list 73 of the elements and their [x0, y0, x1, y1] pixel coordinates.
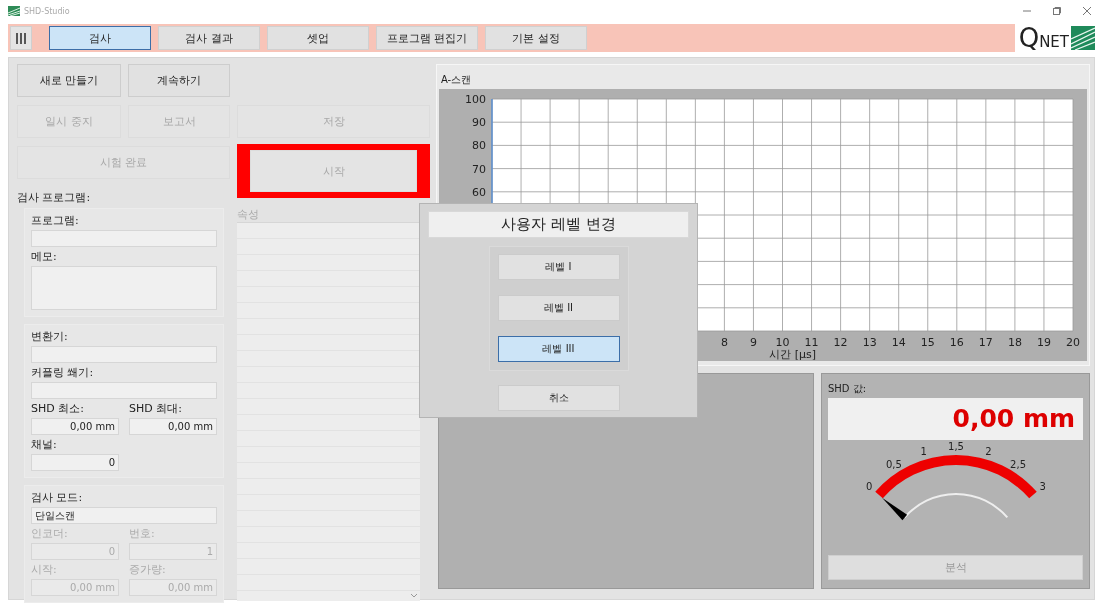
- tab[interactable]: 검사: [49, 26, 151, 50]
- level-button[interactable]: 레벨 II: [497, 295, 620, 321]
- tab[interactable]: 검사 결과: [158, 26, 260, 50]
- tab[interactable]: 프로그램 편집기: [376, 26, 478, 50]
- minimize-icon[interactable]: [1023, 7, 1031, 15]
- axis-tick-label: 11: [804, 336, 819, 349]
- menu-button[interactable]: [10, 26, 32, 50]
- window-title: SHD-Studio: [24, 6, 70, 16]
- axis-tick-label: 60: [472, 185, 486, 199]
- text-field[interactable]: [31, 230, 217, 247]
- shd-value: 0,00 mm: [828, 398, 1083, 440]
- logo-stripes-icon: [1071, 26, 1095, 50]
- maximize-icon[interactable]: [1053, 7, 1061, 15]
- axis-tick-label: 70: [472, 162, 486, 176]
- field-label: 증가량:: [129, 563, 167, 577]
- axis-title: 시간 [µs]: [769, 348, 817, 361]
- memo-field[interactable]: [31, 266, 217, 310]
- gauge-tick-label: 2,5: [1009, 459, 1026, 471]
- close-icon[interactable]: [1083, 7, 1091, 15]
- field-label: 검사 모드:: [31, 491, 84, 505]
- axis-tick-label: 8: [720, 336, 728, 349]
- axis-tick-label: 9: [749, 336, 757, 349]
- gauge-tick-label: 1: [919, 445, 927, 457]
- axis-tick-label: 90: [472, 116, 486, 130]
- app-logo-icon: [8, 6, 20, 16]
- field-label: 번호:: [129, 527, 156, 541]
- action-button[interactable]: 새로 만들기: [17, 64, 121, 97]
- scroll-down-icon[interactable]: [411, 594, 417, 598]
- axis-tick-label: 10: [775, 336, 790, 349]
- gauge-needle: [881, 497, 907, 521]
- field-label: 프로그램:: [31, 214, 80, 228]
- gauge-tick-label: 3: [1039, 480, 1046, 492]
- section-label: 검사 프로그램:: [17, 189, 92, 205]
- axis-tick-label: 18: [1007, 336, 1022, 349]
- text-field[interactable]: 단일스캔: [31, 507, 217, 524]
- gauge-tick-label: 0,5: [885, 459, 902, 471]
- gauge-tick-label: 0: [865, 480, 872, 492]
- field-label: SHD 최대:: [129, 402, 183, 416]
- field-label: SHD 최소:: [31, 402, 85, 416]
- gauge-tick-label: 1,5: [947, 441, 964, 452]
- panel-title: SHD 값:: [828, 382, 868, 396]
- number-field[interactable]: 0,00 mm: [129, 418, 217, 435]
- axis-tick-label: 15: [920, 336, 935, 349]
- field-label: 시작:: [31, 563, 58, 577]
- menu-icon: [16, 32, 26, 44]
- tab[interactable]: 기본 설정: [485, 26, 587, 50]
- gauge-tick-label: 2: [984, 445, 992, 457]
- field-label: 커플링 쐐기:: [31, 366, 95, 380]
- axis-tick-label: 14: [891, 336, 906, 349]
- field-label: 변환기:: [31, 330, 69, 344]
- number-field[interactable]: 0,00 mm: [31, 418, 119, 435]
- axis-tick-label: 20: [1066, 336, 1080, 349]
- axis-tick-label: 80: [472, 139, 486, 153]
- tab[interactable]: 셋업: [267, 26, 369, 50]
- axis-tick-label: 12: [833, 336, 848, 349]
- dialog-title: 사용자 레벨 변경: [428, 211, 689, 238]
- field-label: 채널:: [31, 438, 58, 452]
- logo-text: QNET: [1018, 23, 1069, 53]
- number-field[interactable]: 0: [31, 454, 119, 471]
- level-button[interactable]: 레벨 III: [497, 336, 620, 362]
- panel-title: A-스캔: [440, 73, 473, 87]
- action-button[interactable]: 계속하기: [128, 64, 230, 97]
- axis-tick-label: 16: [949, 336, 964, 349]
- level-button[interactable]: 레벨 I: [497, 254, 620, 280]
- text-field[interactable]: [31, 382, 217, 399]
- text-field[interactable]: [31, 346, 217, 363]
- axis-tick-label: 100: [465, 93, 486, 106]
- cancel-button[interactable]: 취소: [497, 385, 620, 411]
- field-label: 메모:: [31, 250, 58, 264]
- axis-tick-label: 13: [862, 336, 877, 349]
- field-label: 인코더:: [31, 527, 69, 541]
- axis-tick-label: 17: [978, 336, 993, 349]
- axis-tick-label: 19: [1036, 336, 1051, 349]
